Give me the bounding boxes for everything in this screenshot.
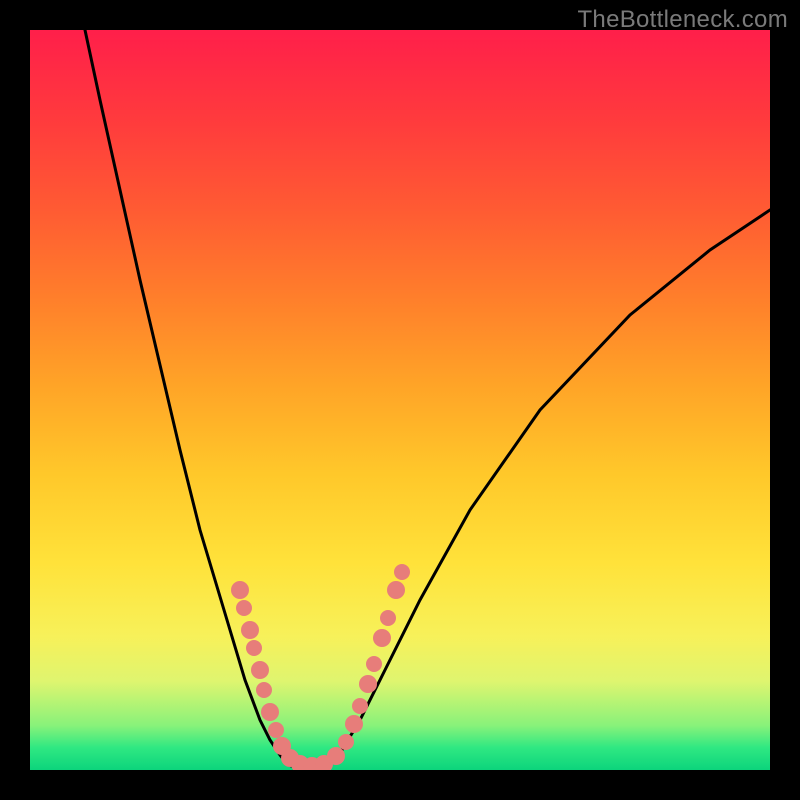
data-point [231,581,249,599]
plot-area [30,30,770,770]
data-point [366,656,382,672]
data-point [268,722,284,738]
marker-points [231,564,410,770]
data-point [345,715,363,733]
data-point [394,564,410,580]
data-point [359,675,377,693]
data-point [261,703,279,721]
data-point [387,581,405,599]
data-point [327,747,345,765]
chart-frame: TheBottleneck.com [0,0,800,800]
data-point [338,734,354,750]
data-point [380,610,396,626]
data-point [352,698,368,714]
curve-svg [30,30,770,770]
data-point [373,629,391,647]
data-point [246,640,262,656]
data-point [251,661,269,679]
bottleneck-curve [85,30,770,768]
data-point [241,621,259,639]
watermark-text: TheBottleneck.com [577,6,788,34]
data-point [236,600,252,616]
curve-group [85,30,770,768]
data-point [256,682,272,698]
